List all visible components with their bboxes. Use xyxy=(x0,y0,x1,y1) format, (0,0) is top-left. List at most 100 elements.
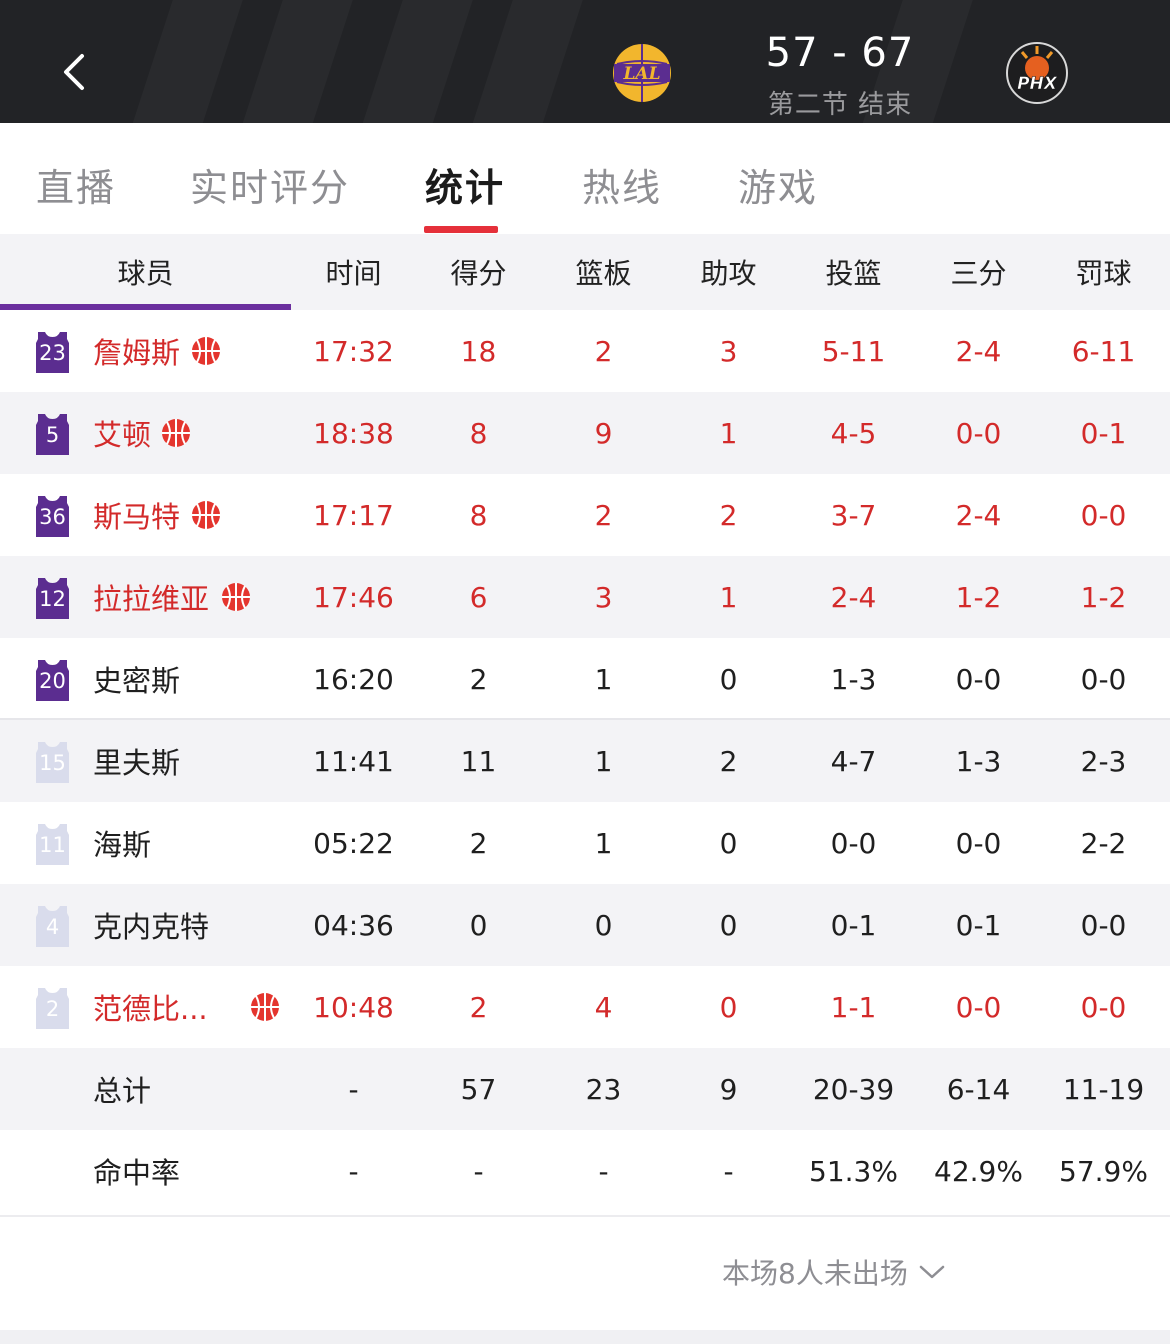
table-row[interactable]: 20 史密斯 16:20 2 1 0 1-3 0-0 0-0 xyxy=(0,638,1170,720)
tab-ratings[interactable]: 实时评分 xyxy=(190,157,350,212)
svg-text:PHX: PHX xyxy=(1017,74,1058,94)
player-cell[interactable]: 23 詹姆斯 xyxy=(0,310,291,392)
table-row[interactable]: 4 克内克特 04:36 0 0 0 0-1 0-1 0-0 xyxy=(0,884,1170,966)
player-cell[interactable]: 15 里夫斯 xyxy=(0,720,291,802)
stat-rebounds: 1 xyxy=(594,826,613,860)
stat-assists: 0 xyxy=(719,908,738,942)
table-row[interactable]: 23 詹姆斯 17:32 18 2 3 5-11 2-4 6-11 xyxy=(0,310,1170,392)
stat-fg: 3-7 xyxy=(830,498,877,532)
stat-assists: 2 xyxy=(719,498,738,532)
table-row[interactable]: 15 里夫斯 11:41 11 1 2 4-7 1-3 2-3 xyxy=(0,720,1170,802)
jersey-number-icon: 5 xyxy=(34,411,71,455)
stat-time: 10:48 xyxy=(313,990,394,1024)
column-header-3pt[interactable]: 三分 xyxy=(916,234,1041,310)
stat-assists: 9 xyxy=(719,1072,738,1106)
stat-ft: 0-0 xyxy=(1080,990,1127,1024)
column-header-time[interactable]: 时间 xyxy=(291,234,416,310)
stat-fg: 1-1 xyxy=(830,990,877,1024)
column-header-assists[interactable]: 助攻 xyxy=(666,234,791,310)
stat-time: 05:22 xyxy=(313,826,394,860)
stat-fg: 2-4 xyxy=(830,580,877,614)
player-name: 里夫斯 xyxy=(93,746,181,780)
stat-points: 8 xyxy=(469,416,488,450)
show-dnp-players-button[interactable]: 本场8人未出场 xyxy=(722,1252,946,1292)
stat-points: - xyxy=(473,1154,484,1188)
column-header-player[interactable]: 球员 xyxy=(0,234,291,310)
tab-games[interactable]: 游戏 xyxy=(738,157,818,212)
player-cell[interactable]: 36 斯马特 xyxy=(0,474,291,556)
game-period-status: 第二节 结束 xyxy=(767,90,913,120)
stat-time: 16:20 xyxy=(313,662,394,696)
jersey-number: 20 xyxy=(39,669,66,693)
stat-fg: 0-1 xyxy=(830,908,877,942)
tab-live[interactable]: 直播 xyxy=(36,157,116,212)
stat-ft: 0-1 xyxy=(1080,416,1127,450)
stat-assists: 0 xyxy=(719,826,738,860)
stat-3pt: 42.9% xyxy=(934,1154,1023,1188)
stat-fg: 5-11 xyxy=(821,334,886,368)
table-row[interactable]: 36 斯马特 17:17 8 2 2 3-7 2-4 0-0 xyxy=(0,474,1170,556)
stat-assists: - xyxy=(723,1154,734,1188)
stat-time: 11:41 xyxy=(313,744,394,778)
stat-rebounds: 9 xyxy=(594,416,613,450)
stat-points: 2 xyxy=(469,826,488,860)
table-row[interactable]: 5 艾顿 18:38 8 9 1 4-5 0-0 0-1 xyxy=(0,392,1170,474)
tab-hotline[interactable]: 热线 xyxy=(582,157,662,212)
dnp-label: 本场8人未出场 xyxy=(722,1257,908,1290)
row-label-cell: 总计 xyxy=(0,1048,291,1130)
jersey-number-icon: 20 xyxy=(34,657,71,701)
stat-points: 0 xyxy=(469,908,488,942)
table-row[interactable]: 11 海斯 05:22 2 1 0 0-0 0-0 2-2 xyxy=(0,802,1170,884)
player-cell[interactable]: 20 史密斯 xyxy=(0,638,291,720)
row-label-cell: 命中率 xyxy=(0,1130,291,1212)
box-score-page: LAL 57 - 67 第二节 结束 PHX 直播 实时评分 统计 热线 游戏 xyxy=(0,0,1170,1344)
stat-rebounds: - xyxy=(598,1154,609,1188)
stat-ft: 0-0 xyxy=(1080,498,1127,532)
stat-3pt: 0-0 xyxy=(955,826,1002,860)
stat-rebounds: 1 xyxy=(594,744,613,778)
back-button[interactable] xyxy=(52,44,96,100)
stat-assists: 3 xyxy=(719,334,738,368)
jersey-number-icon: 15 xyxy=(34,739,71,783)
player-cell[interactable]: 2 范德比... xyxy=(0,966,291,1048)
basketball-icon xyxy=(221,582,251,612)
jersey-number: 4 xyxy=(45,915,60,939)
stat-assists: 1 xyxy=(719,416,738,450)
player-cell[interactable]: 12 拉拉维亚 xyxy=(0,556,291,638)
player-name: 拉拉维亚 xyxy=(93,582,210,616)
table-row[interactable]: 2 范德比... 10:48 2 4 0 1-1 0-0 0-0 xyxy=(0,966,1170,1048)
stat-time: 04:36 xyxy=(313,908,394,942)
jersey-number: 15 xyxy=(39,751,66,775)
stat-ft: 11-19 xyxy=(1062,1072,1145,1106)
stat-time: 17:17 xyxy=(313,498,394,532)
jersey-number-icon: 11 xyxy=(34,821,71,865)
stat-rebounds: 23 xyxy=(585,1072,622,1106)
table-row[interactable]: 12 拉拉维亚 17:46 6 3 1 2-4 1-2 1-2 xyxy=(0,556,1170,638)
suns-logo[interactable]: PHX xyxy=(1006,42,1068,104)
stat-3pt: 0-1 xyxy=(955,908,1002,942)
player-cell[interactable]: 11 海斯 xyxy=(0,802,291,884)
player-name: 詹姆斯 xyxy=(93,336,181,370)
stat-rebounds: 4 xyxy=(594,990,613,1024)
column-header-ft[interactable]: 罚球 xyxy=(1041,234,1166,310)
player-cell[interactable]: 5 艾顿 xyxy=(0,392,291,474)
tab-stats[interactable]: 统计 xyxy=(425,157,505,212)
stat-assists: 0 xyxy=(719,990,738,1024)
column-header-rebounds[interactable]: 篮板 xyxy=(541,234,666,310)
jersey-number-icon: 4 xyxy=(34,903,71,947)
stat-ft: 1-2 xyxy=(1080,580,1127,614)
basketball-icon xyxy=(250,992,280,1022)
column-header-points[interactable]: 得分 xyxy=(416,234,541,310)
stat-ft: 0-0 xyxy=(1080,662,1127,696)
header-decoration xyxy=(461,0,589,123)
stat-3pt: 1-2 xyxy=(955,580,1002,614)
column-header-fg[interactable]: 投篮 xyxy=(791,234,916,310)
chevron-down-icon xyxy=(919,1265,945,1279)
game-header: LAL 57 - 67 第二节 结束 PHX xyxy=(0,0,1170,123)
stat-fg: 4-5 xyxy=(830,416,877,450)
player-name: 史密斯 xyxy=(93,664,181,698)
jersey-number-icon: 23 xyxy=(34,329,71,373)
lakers-logo[interactable]: LAL xyxy=(611,42,673,104)
jersey-number-icon: 12 xyxy=(34,575,71,619)
player-cell[interactable]: 4 克内克特 xyxy=(0,884,291,966)
